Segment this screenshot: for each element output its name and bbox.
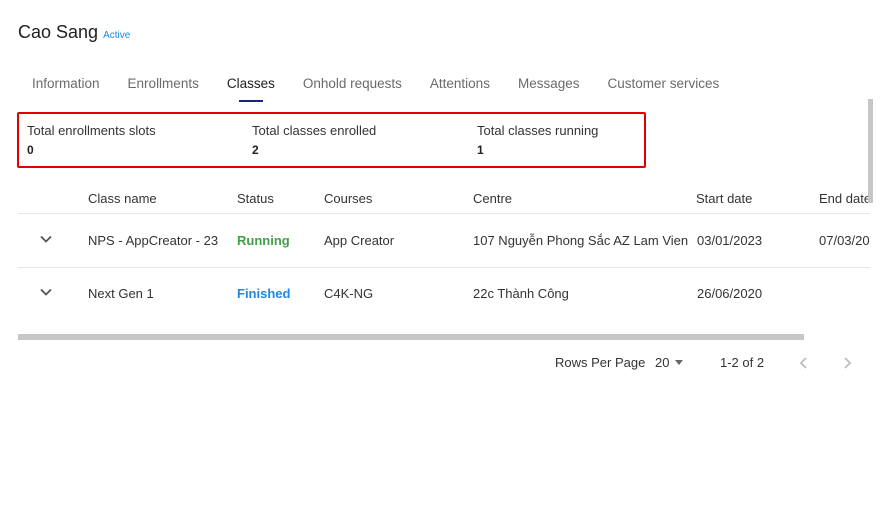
rows-per-page-value: 20 (655, 355, 670, 370)
stat-label: Total classes enrolled (252, 123, 377, 138)
column-header-end-date[interactable]: End date (819, 191, 870, 206)
table-header: Class name Status Courses Centre Start d… (18, 180, 870, 214)
stat-value: 1 (477, 143, 484, 157)
column-header-start-date[interactable]: Start date (696, 191, 752, 206)
table-row[interactable]: NPS - AppCreator - 23 Running App Creato… (18, 215, 870, 268)
rows-per-page-label: Rows Per Page (555, 355, 646, 370)
cell-course: C4K-NG (324, 286, 374, 301)
tab-onhold-requests[interactable]: Onhold requests (289, 72, 416, 100)
tab-enrollments[interactable]: Enrollments (114, 72, 213, 100)
tab-bar: Information Enrollments Classes Onhold r… (18, 72, 733, 102)
column-header-class-name[interactable]: Class name (88, 191, 157, 206)
cell-start-date: 03/01/2023 (697, 233, 763, 248)
tab-information[interactable]: Information (18, 72, 114, 100)
classes-summary: Total enrollments slots 0 Total classes … (17, 112, 646, 168)
cell-end-date: 07/03/2023 (819, 233, 870, 248)
chevron-down-icon[interactable] (38, 284, 54, 300)
tab-messages[interactable]: Messages (504, 72, 594, 100)
pagination-range: 1-2 of 2 (720, 355, 765, 370)
cell-class-name: Next Gen 1 (88, 286, 154, 301)
cell-centre: 22c Thành Công (473, 286, 569, 301)
column-header-centre[interactable]: Centre (473, 191, 512, 206)
cell-status: Running (237, 233, 290, 248)
column-header-courses[interactable]: Courses (324, 191, 372, 206)
chevron-right-icon[interactable] (838, 354, 856, 372)
cell-class-name: NPS - AppCreator - 23 (88, 233, 219, 248)
table-row[interactable]: Next Gen 1 Finished C4K-NG 22c Thành Côn… (18, 268, 870, 320)
stat-enrollment-slots: Total enrollments slots 0 (27, 123, 156, 157)
stat-classes-enrolled: Total classes enrolled 2 (252, 123, 376, 157)
vertical-scrollbar[interactable] (868, 99, 873, 203)
chevron-down-icon[interactable] (38, 231, 54, 247)
stat-classes-running: Total classes running 1 (477, 123, 598, 157)
stat-label: Total classes running (477, 123, 599, 138)
status-badge: Active (103, 30, 131, 41)
tab-customer-services[interactable]: Customer services (593, 72, 733, 100)
rows-per-page-select[interactable]: 20 (655, 355, 684, 370)
cell-start-date: 26/06/2020 (697, 286, 763, 301)
profile-name: Cao Sang (18, 22, 99, 42)
cell-status: Finished (237, 286, 291, 301)
tab-attentions[interactable]: Attentions (416, 72, 504, 100)
stat-value: 2 (252, 143, 259, 157)
column-header-status[interactable]: Status (237, 191, 274, 206)
horizontal-scrollbar[interactable] (18, 334, 804, 340)
cell-course: App Creator (324, 233, 395, 248)
stat-label: Total enrollments slots (27, 123, 156, 138)
stat-value: 0 (27, 143, 34, 157)
caret-down-icon (675, 360, 684, 365)
cell-centre: 107 Nguyễn Phong Sắc AZ Lam Vien (473, 233, 689, 248)
classes-table: Class name Status Courses Centre Start d… (18, 180, 870, 320)
tab-classes[interactable]: Classes (213, 72, 289, 102)
chevron-left-icon[interactable] (795, 354, 813, 372)
profile-header: Cao Sang Active (18, 22, 130, 43)
